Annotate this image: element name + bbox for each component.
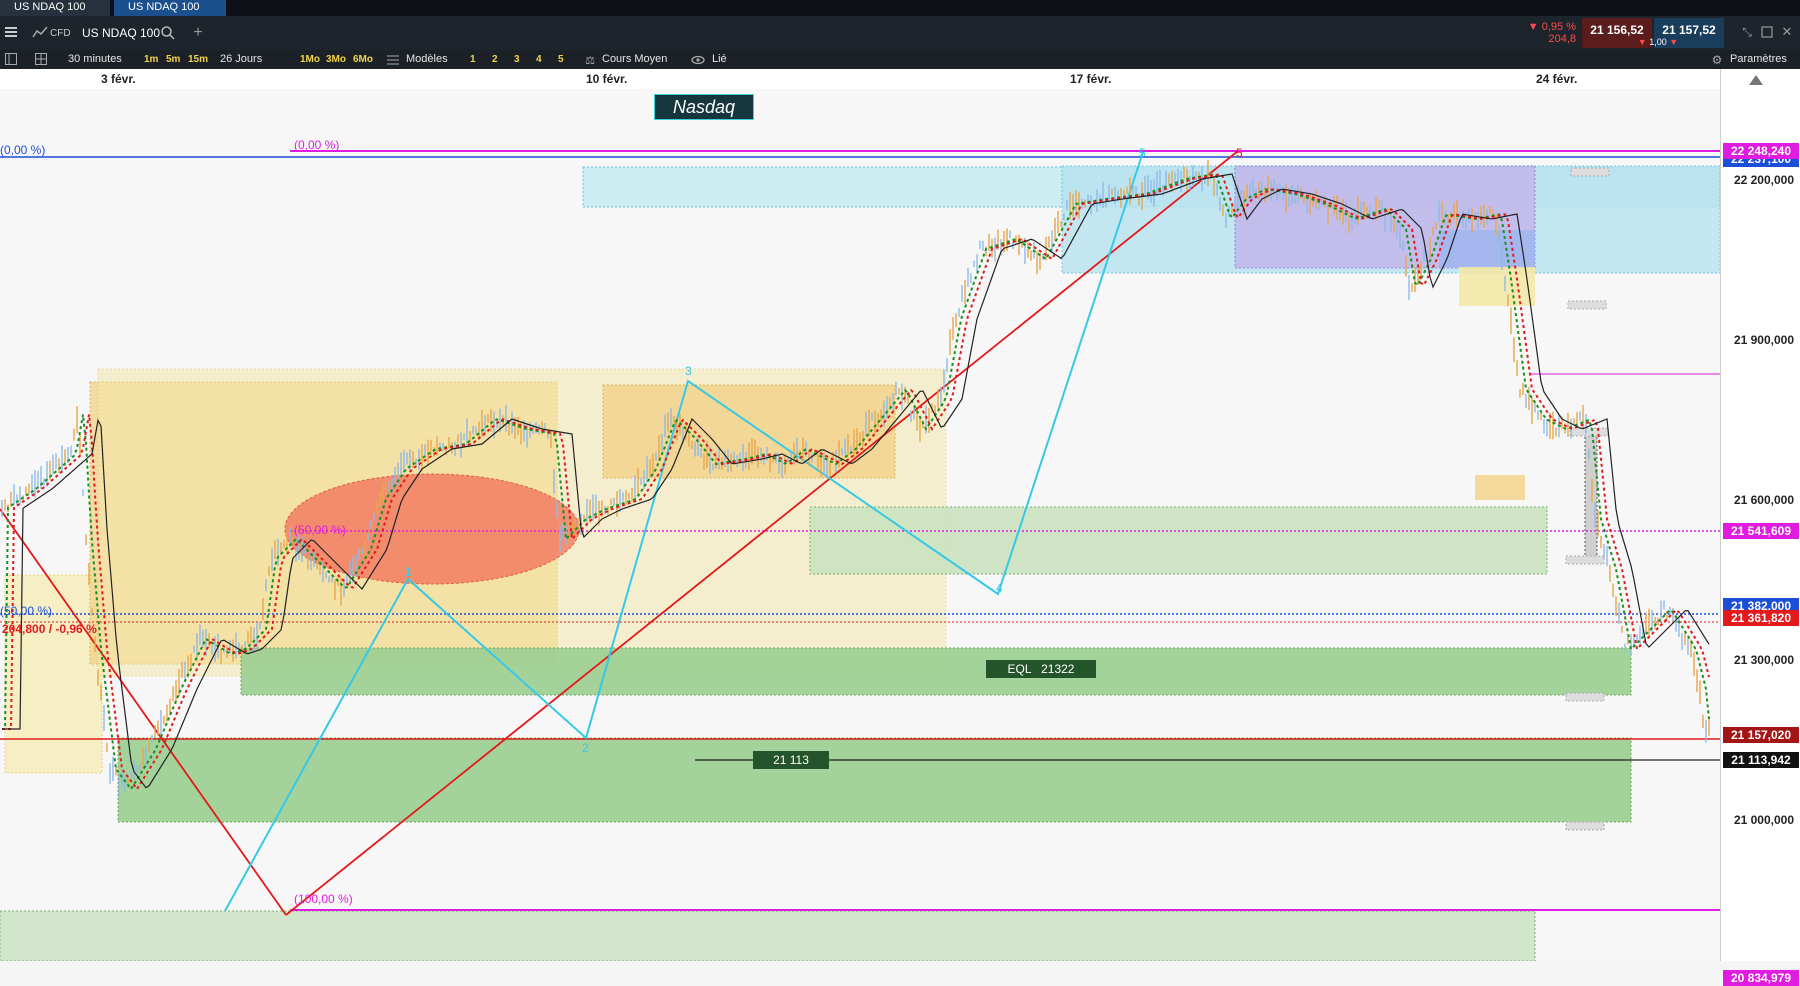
fib100-label: (100,00 %): [294, 892, 353, 906]
add-tab-icon[interactable]: +: [190, 24, 206, 41]
shrink-icon[interactable]: ⤡: [1740, 25, 1754, 39]
fib50-pink-label: (50,00 %): [294, 523, 347, 537]
instrument-toolbar: CFD US NDAQ 100 + ▼ 0,95 % 204,8 21 156,…: [0, 16, 1800, 50]
maximize-icon[interactable]: [1760, 25, 1774, 39]
price-chart: [0, 150, 1720, 961]
link-icon[interactable]: [691, 53, 705, 67]
zone-yellow-small: [1459, 267, 1535, 306]
price-label-level: 21 113,942: [1723, 752, 1799, 768]
price-axis[interactable]: 22 200,000 21 900,000 21 600,000 21 300,…: [1720, 69, 1800, 986]
date-label: 3 févr.: [101, 72, 136, 86]
instrument-type-badge: CFD: [50, 27, 71, 39]
price-label-last: 21 157,020: [1723, 727, 1799, 743]
period-select[interactable]: 26 Jours: [220, 52, 262, 67]
wave-point-4: 4: [996, 581, 1003, 595]
price-label-prev-close: 21 361,820: [1723, 610, 1799, 626]
frame-6mo[interactable]: 6Mo: [353, 53, 373, 67]
eql-label[interactable]: EQL 21322: [986, 660, 1096, 678]
template-slot-3[interactable]: 3: [514, 53, 520, 67]
axis-tick: 21 600,000: [1733, 493, 1794, 507]
search-icon[interactable]: [160, 25, 176, 41]
axis-tick: 21 300,000: [1733, 653, 1794, 667]
template-slot-5[interactable]: 5: [558, 53, 564, 67]
frame-3mo[interactable]: 3Mo: [326, 53, 346, 67]
wave-point-3: 3: [685, 364, 692, 378]
axis-tick: 22 200,000: [1733, 173, 1794, 187]
wave-point-5: 5: [1139, 146, 1146, 160]
price-label-magenta-bottom: 20 834,979: [1723, 970, 1799, 986]
templates-icon[interactable]: [386, 53, 400, 67]
down-arrow-icon: ▼: [1527, 21, 1539, 33]
change-pct: 0,95 %: [1541, 21, 1576, 33]
zone-gray-bar: [1584, 428, 1598, 561]
window-tab-1[interactable]: US NDAQ 100: [0, 0, 110, 16]
chart-canvas[interactable]: Nasdaq (0,00 %) (0,00 %) (50,00 %) (50,0…: [0, 89, 1720, 961]
axis-tick: 21 900,000: [1733, 333, 1794, 347]
date-label: 10 févr.: [586, 72, 628, 86]
date-label: 24 févr.: [1536, 72, 1578, 86]
brand-text: Nasdaq: [672, 97, 736, 117]
spread-down-icon-2: ▼: [1669, 37, 1679, 47]
fib0-pink-label: (0,00 %): [294, 138, 340, 152]
chart-toolbar: 30 minutes 1m 5m 15m 26 Jours 1Mo 3Mo 6M…: [0, 50, 1800, 69]
window-tab-2[interactable]: US NDAQ 100: [114, 0, 226, 16]
settings-button[interactable]: Paramètres: [1730, 52, 1787, 67]
zone-orange-small: [1475, 475, 1525, 500]
frame-5m[interactable]: 5m: [166, 53, 180, 67]
instrument-name[interactable]: US NDAQ 100: [82, 25, 160, 41]
sidebar-toggle-icon[interactable]: [4, 52, 18, 66]
change-abs: 204,8: [1548, 33, 1576, 45]
spread-down-icon: ▼: [1637, 37, 1647, 47]
zone-green-low: [117, 737, 1632, 823]
level-label-21113[interactable]: 21 113: [753, 751, 829, 769]
price-label-fib-mid: 21 541,609: [1723, 523, 1799, 539]
close-icon[interactable]: ✕: [1780, 24, 1794, 39]
bid-price: 21 156,52: [1590, 23, 1644, 37]
interval-select[interactable]: 30 minutes: [68, 52, 122, 67]
zone-green-bottom: [0, 910, 1536, 961]
template-slot-2[interactable]: 2: [492, 53, 498, 67]
frame-15m[interactable]: 15m: [188, 53, 208, 67]
fib0-blue-label: (0,00 %): [0, 143, 46, 157]
template-slot-1[interactable]: 1: [470, 53, 476, 67]
window-tab-bar: US NDAQ 100 US NDAQ 100: [0, 0, 1800, 16]
wave-point-1: 1: [405, 565, 412, 579]
template-slot-4[interactable]: 4: [536, 53, 542, 67]
wave-point-2: 2: [582, 741, 589, 755]
spread-row: ▼ 1,00 ▼: [1628, 37, 1688, 47]
zone-green-eql: [240, 647, 1632, 696]
layout-grid-icon[interactable]: [34, 52, 48, 66]
average-price-toggle[interactable]: Cours Moyen: [602, 52, 667, 67]
frame-1m[interactable]: 1m: [144, 53, 158, 67]
menu-icon[interactable]: [4, 25, 18, 39]
settings-icon[interactable]: ⚙: [1710, 53, 1724, 67]
fib50-blue-label: (50,00 %): [0, 604, 53, 618]
frame-1mo[interactable]: 1Mo: [300, 53, 320, 67]
link-toggle[interactable]: Lié: [712, 52, 727, 67]
scale-icon[interactable]: ⚖: [583, 53, 597, 67]
change-readout: 204,800 / -0,96 %: [2, 622, 97, 636]
ask-price: 21 157,52: [1662, 23, 1716, 37]
templates-menu[interactable]: Modèles: [406, 52, 448, 67]
chart-type-icon[interactable]: [32, 25, 48, 39]
scroll-up-icon[interactable]: [1749, 75, 1763, 85]
brand-label: Nasdaq: [654, 94, 754, 120]
date-axis: 3 févr. 10 févr. 17 févr. 24 févr.: [0, 69, 1720, 89]
date-label: 17 févr.: [1070, 72, 1112, 86]
spread-value: 1,00: [1649, 37, 1667, 47]
red-wave-point-5: 5: [1236, 146, 1243, 160]
change-box: ▼ 0,95 % 204,8: [1520, 18, 1580, 48]
axis-tick: 21 000,000: [1733, 813, 1794, 827]
price-label-magenta-top: 22 248,240: [1723, 143, 1799, 159]
